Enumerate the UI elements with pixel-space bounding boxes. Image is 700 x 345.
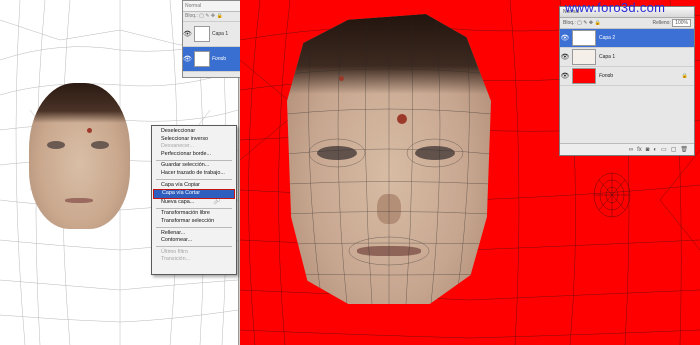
menu-separator	[156, 207, 232, 209]
face-mesh-overlay	[287, 14, 491, 304]
forehead-mark	[87, 128, 92, 133]
fill-value[interactable]: 100%	[672, 19, 691, 27]
layer-thumbnail	[572, 30, 596, 46]
menu-item: Desvanecer...	[161, 143, 194, 150]
menu-item[interactable]: Nueva capa...	[152, 199, 236, 207]
lock-label: Bloq.:	[563, 20, 576, 26]
menu-separator	[156, 179, 232, 181]
layer-name: Fondo	[212, 56, 227, 62]
menu-item[interactable]: Guardar selección...	[152, 162, 236, 170]
menu-item[interactable]: Transformar selección	[152, 218, 236, 226]
layer-name: Fondo	[599, 73, 614, 79]
mask-icon[interactable]: ◙	[646, 147, 650, 153]
hair	[29, 83, 130, 123]
mouth	[65, 198, 93, 203]
menu-separator	[156, 246, 232, 248]
layers-panel-footer: ∞ fx ◙ ◐ ▭ ▢ 🗑	[560, 143, 694, 155]
layers-panel-small[interactable]: Normal Bloq.: ▢ ✎ ✥ 🔒 👁 Capa 1 👁 Fondo	[182, 0, 242, 78]
layer-thumbnail	[572, 49, 596, 65]
new-layer-icon[interactable]: ▢	[671, 146, 677, 153]
context-menu[interactable]: Deseleccionar Seleccionar inverso Desvanec…	[151, 125, 237, 275]
menu-item[interactable]: Rellenar...	[152, 230, 236, 238]
lock-icon: 🔒	[681, 73, 688, 79]
menu-item[interactable]: Seleccionar inverso	[152, 136, 236, 144]
menu-item[interactable]: Capa vía Cortar	[153, 189, 235, 199]
menu-separator	[156, 159, 232, 161]
layer-thumbnail	[194, 26, 210, 42]
trash-icon[interactable]: 🗑	[680, 146, 688, 153]
adjustment-icon[interactable]: ◐	[653, 147, 657, 153]
eye-icon[interactable]: 👁	[183, 55, 192, 63]
face-photo-small	[29, 83, 130, 229]
blend-mode-select[interactable]: Normal	[183, 1, 241, 12]
layer-thumbnail	[194, 51, 210, 67]
left-eye	[47, 141, 65, 149]
eye-icon[interactable]: 👁	[560, 34, 570, 42]
menu-item[interactable]: Hacer trazado de trabajo...	[152, 170, 236, 178]
menu-item[interactable]: Deseleccionar	[152, 128, 236, 136]
lock-label: Bloq.:	[185, 13, 198, 19]
watermark-text: www.foro3d.com	[565, 0, 666, 15]
layer-name: Capa 1	[599, 54, 616, 60]
layer-row-capa-1[interactable]: 👁 Capa 1	[560, 48, 694, 67]
group-icon[interactable]: ▭	[661, 146, 667, 153]
lock-row: Bloq.: ▢ ✎ ✥ 🔒 Relleno: 100%	[560, 18, 694, 29]
layer-row-fondo[interactable]: 👁 Fondo	[183, 47, 241, 72]
menu-item[interactable]: Capa vía Copiar	[152, 182, 236, 190]
fx-icon[interactable]: fx	[637, 147, 642, 153]
right-eye	[91, 141, 109, 149]
layer-row-capa-1[interactable]: 👁 Capa 1	[183, 22, 241, 47]
menu-item[interactable]: Transformación libre	[152, 210, 236, 218]
mouse-cursor-icon: ➚	[213, 196, 221, 206]
link-icon[interactable]: ∞	[629, 147, 633, 153]
lock-row: Bloq.: ▢ ✎ ✥ 🔒	[183, 12, 241, 22]
eye-icon[interactable]: 👁	[560, 53, 570, 61]
ear-mesh	[593, 172, 631, 218]
eye-icon[interactable]: 👁	[183, 30, 192, 38]
layer-name: Capa 2	[599, 35, 616, 41]
menu-separator	[156, 227, 232, 229]
layer-row-fondo[interactable]: 👁 Fondo 🔒	[560, 67, 694, 86]
menu-item: Transición...	[161, 256, 191, 263]
fill-label: Relleno:	[652, 20, 671, 26]
layers-panel[interactable]: Normal Bloq.: ▢ ✎ ✥ 🔒 Relleno: 100% 👁 Ca…	[559, 6, 695, 156]
menu-item[interactable]: Contornear...	[152, 237, 236, 245]
eye-icon[interactable]: 👁	[560, 72, 570, 80]
layer-row-capa-2[interactable]: 👁 Capa 2	[560, 29, 694, 48]
menu-item[interactable]: Perfeccionar borde...	[152, 151, 236, 159]
face-photo-large	[287, 14, 491, 304]
layer-name: Capa 1	[212, 31, 229, 37]
menu-item: Último filtro	[161, 248, 188, 255]
layer-thumbnail	[572, 68, 596, 84]
